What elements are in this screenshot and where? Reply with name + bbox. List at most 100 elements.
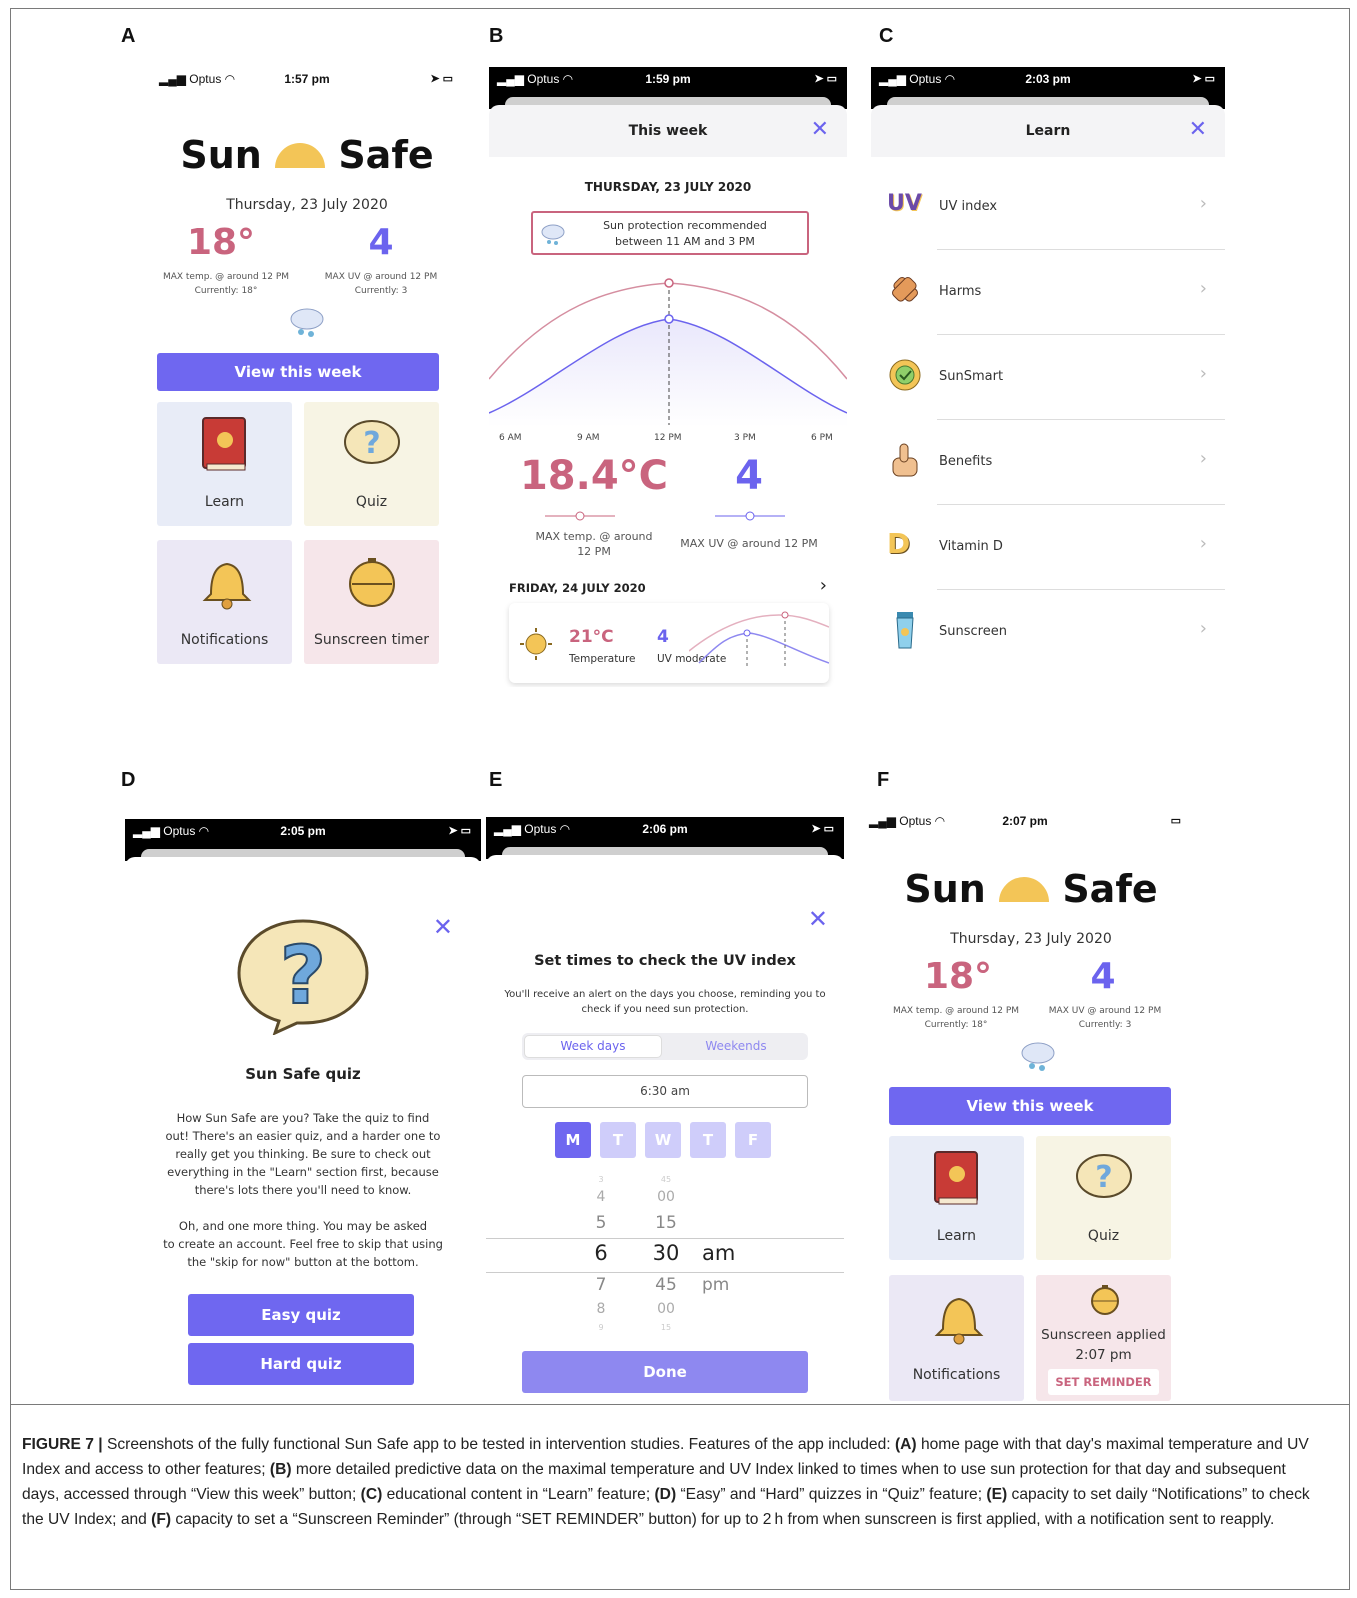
next-temp-value: 21°C [569, 627, 614, 647]
weekends-segment[interactable]: Weekends [666, 1035, 806, 1058]
set-reminder-button[interactable]: SET REMINDER [1048, 1369, 1159, 1395]
sunscreen-timer-tile[interactable]: Sunscreen applied 2:07 pm SET REMINDER [1036, 1275, 1171, 1401]
battery-icon: ▭ [1170, 815, 1181, 827]
max-temp-value: 18° [186, 222, 256, 263]
hour-selected: 6 [594, 1241, 608, 1265]
hour-option: 5 [595, 1213, 607, 1233]
sun-logo-icon [999, 877, 1050, 902]
easy-quiz-button[interactable]: Easy quiz [188, 1294, 414, 1336]
thumbs-up-icon [892, 443, 918, 477]
caption-text: capacity to set a “Sunscreen Reminder” (… [171, 1511, 1275, 1528]
next-day-card[interactable]: 21°C Temperature 4 UV moderate [509, 603, 829, 683]
day-toggle-monday[interactable]: M [555, 1122, 591, 1158]
bell-icon [934, 1297, 984, 1345]
status-time: 2:07 pm [1002, 814, 1048, 828]
battery-icon: ➤ ▭ [811, 823, 834, 835]
cloud-rain-icon [290, 308, 324, 337]
notifications-tile[interactable]: Notifications [889, 1275, 1024, 1401]
hour-option: 3 [598, 1175, 604, 1184]
view-this-week-button[interactable]: View this week [889, 1087, 1171, 1125]
max-temp-label: MAX temp. @ around 12 PM Currently: 18° [162, 272, 290, 296]
done-button[interactable]: Done [522, 1351, 808, 1393]
hard-quiz-button[interactable]: Hard quiz [188, 1343, 414, 1385]
temp-slider-marker [545, 511, 615, 521]
quiz-tile[interactable]: ? Quiz [1036, 1136, 1171, 1260]
app-logo: Sun Safe [861, 867, 1201, 911]
timer-icon [1091, 1285, 1119, 1315]
status-time: 1:59 pm [645, 72, 691, 86]
learn-item-harms[interactable]: Harms › [871, 250, 1225, 335]
learn-tile[interactable]: Learn [889, 1136, 1024, 1260]
weekdays-segment[interactable]: Week days [524, 1035, 662, 1058]
day-type-segmented-control: Week days Weekends [522, 1033, 808, 1060]
notifications-tile-label: Notifications [180, 632, 269, 648]
learn-item-sunscreen[interactable]: Sunscreen › [871, 590, 1225, 667]
svg-text:?: ? [1095, 1160, 1112, 1195]
learn-item-label: Harms [939, 284, 982, 299]
day-toggle-tuesday[interactable]: T [600, 1122, 636, 1158]
chevron-right-icon: › [1199, 193, 1207, 214]
sunscreen-timer-tile[interactable]: Sunscreen timer [304, 540, 439, 664]
learn-item-label: Vitamin D [939, 539, 1003, 554]
battery-icon: ➤ ▭ [814, 73, 837, 85]
sheet-title: Learn [1025, 123, 1071, 139]
panel-label-b: B [489, 25, 504, 47]
max-temp-value: 18.4°C [519, 453, 669, 499]
panel-d-quiz-screen: ▂▄▆ Optus ◠ 2:05 pm ➤ ▭ ✕ ? Sun Safe qui… [125, 819, 481, 1395]
panel-a-home-screen: ▂▄▆ Optus ◠ 1:57 pm ➤ ▭ Sun Safe Thursda… [151, 67, 463, 667]
book-icon [934, 1151, 978, 1205]
temp-peak-dot [664, 278, 674, 288]
svg-text:?: ? [280, 929, 326, 1022]
day-toggle-wednesday[interactable]: W [645, 1122, 681, 1158]
notification-title: Set times to check the UV index [534, 953, 796, 969]
notifications-tile-label: Notifications [912, 1367, 1001, 1383]
tick-12pm: 12 PM [654, 433, 682, 443]
uv-slider-marker [715, 511, 785, 521]
quiz-tile-label: Quiz [355, 494, 388, 510]
home-date: Thursday, 23 July 2020 [226, 197, 388, 213]
chevron-right-icon: › [1199, 618, 1207, 639]
learn-item-sunsmart[interactable]: SunSmart › [871, 335, 1225, 420]
question-bubble-icon: ? [344, 420, 400, 464]
sheet-title: This week [628, 123, 708, 139]
close-icon[interactable]: ✕ [433, 913, 453, 941]
caption-ref-b: (B) [269, 1461, 292, 1478]
quiz-tile[interactable]: ? Quiz [304, 402, 439, 526]
notification-subtitle: You'll receive an alert on the days you … [504, 989, 826, 1015]
learn-item-label: Sunscreen [939, 624, 1007, 639]
bell-icon [202, 562, 252, 610]
learn-tile-label: Learn [936, 1228, 977, 1244]
hour-option: 8 [596, 1301, 606, 1317]
learn-item-uv-index[interactable]: UV UV index › [871, 165, 1225, 250]
panel-label-c: C [879, 25, 894, 47]
day-toggle-thursday[interactable]: T [690, 1122, 726, 1158]
quiz-tile-label: Quiz [1087, 1228, 1120, 1244]
close-icon[interactable]: ✕ [808, 905, 828, 933]
chevron-right-icon[interactable]: › [820, 575, 827, 596]
battery-icon: ➤ ▭ [1192, 73, 1215, 85]
chevron-right-icon: › [1199, 533, 1207, 554]
time-input[interactable]: 6:30 am [522, 1075, 808, 1108]
minute-option: 00 [657, 1301, 675, 1317]
battery-icon: ➤ ▭ [448, 825, 471, 837]
svg-text:?: ? [363, 426, 380, 461]
learn-tile[interactable]: Learn [157, 402, 292, 526]
hour-option: 9 [598, 1323, 604, 1332]
close-icon[interactable]: ✕ [1189, 117, 1207, 142]
panel-e-notifications-screen: ▂▄▆ Optus ◠ 2:06 pm ➤ ▭ ✕ Set times to c… [486, 817, 844, 1397]
question-bubble-icon: ? [1076, 1154, 1132, 1198]
panel-f-home-reminder-screen: ▂▄▆ Optus ◠ 2:07 pm ▭ Sun Safe Thursday,… [861, 809, 1201, 1405]
minute-option: 45 [655, 1275, 677, 1295]
time-picker-wheel[interactable]: 3 4 5 6 7 8 9 45 00 15 30 45 00 15 am pm [486, 1175, 844, 1335]
day-curve-chart [489, 278, 847, 427]
close-icon[interactable]: ✕ [811, 117, 829, 142]
app-logo: Sun Safe [151, 133, 463, 177]
learn-item-vitamin-d[interactable]: D Vitamin D › [871, 505, 1225, 590]
caption-ref-d: (D) [654, 1486, 677, 1503]
day-toggle-friday[interactable]: F [735, 1122, 771, 1158]
view-this-week-button[interactable]: View this week [157, 353, 439, 391]
learn-item-benefits[interactable]: Benefits › [871, 420, 1225, 505]
tick-9am: 9 AM [577, 433, 600, 443]
caption-text: educational content in “Learn” feature; [382, 1486, 655, 1503]
notifications-tile[interactable]: Notifications [157, 540, 292, 664]
